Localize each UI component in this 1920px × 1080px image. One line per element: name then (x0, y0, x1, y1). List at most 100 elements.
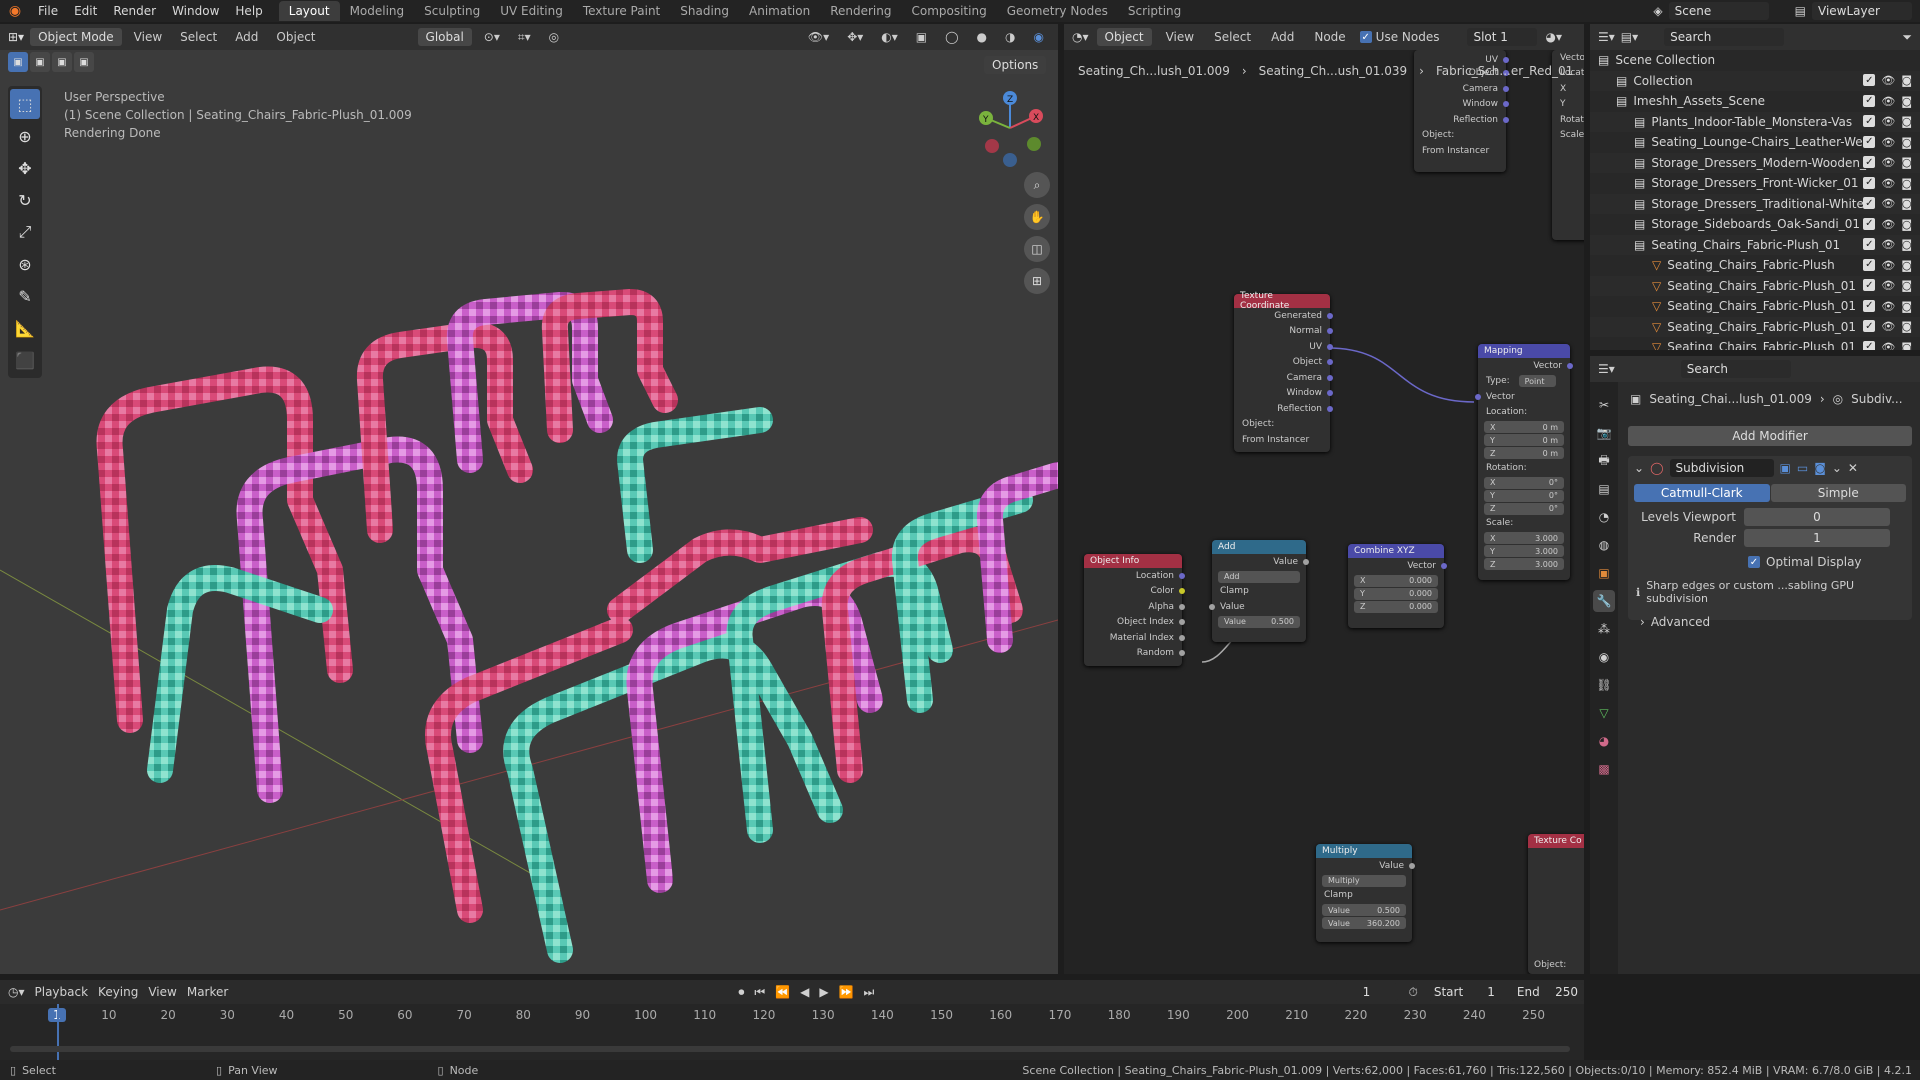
include-checkbox[interactable]: ✓ (1863, 74, 1876, 87)
object-mode-dropdown[interactable]: Object Mode (30, 28, 122, 46)
xray-icon[interactable]: ▣ (910, 30, 933, 44)
advanced-section[interactable]: › Advanced (1628, 615, 1912, 629)
outliner-row[interactable]: ▤ Imeshh_Assets_Scene ✓ 👁 ◙ (1590, 91, 1920, 112)
texture-coordinate-node-2[interactable]: Texture Co Object: (1528, 834, 1584, 974)
mapping-node[interactable]: Mapping Vector Type: Point Vector Locati… (1475, 344, 1573, 580)
view-layer-field[interactable]: ViewLayer (1812, 2, 1912, 20)
object-tab-icon[interactable]: ▣ (1593, 562, 1615, 584)
measure-icon[interactable]: 📐 (10, 313, 40, 343)
properties-type-icon[interactable]: ☰▾ (1598, 362, 1615, 376)
scale-icon[interactable]: ⤢ (10, 217, 40, 247)
eye-icon[interactable]: 👁 (1881, 238, 1895, 251)
eye-icon[interactable]: 👁 (1881, 279, 1895, 292)
combine-xyz-title[interactable]: Combine XYZ (1348, 544, 1444, 558)
select-subtract-icon[interactable]: ▣ (52, 52, 72, 72)
viewport-menu-object[interactable]: Object (270, 30, 321, 44)
eye-icon[interactable]: 👁 (1881, 95, 1895, 108)
camera-render-icon[interactable]: ◙ (1901, 320, 1912, 333)
filter-icon[interactable]: ⏷ (1902, 30, 1920, 45)
include-checkbox[interactable]: ✓ (1863, 258, 1876, 271)
node-editor[interactable]: UV Object Camera Window Reflection Objec… (1064, 50, 1584, 974)
node-menu-select[interactable]: Select (1208, 30, 1257, 44)
camera-icon[interactable]: ◫ (1024, 236, 1050, 262)
camera-render-icon[interactable]: ◙ (1901, 177, 1912, 190)
timeline-view-menu[interactable]: View (148, 985, 176, 999)
menu-window[interactable]: Window (164, 4, 227, 18)
outliner-row[interactable]: ▽ Seating_Chairs_Fabric-Plush_01 ✓ 👁 ◙ (1590, 337, 1920, 350)
multiply-value2-field[interactable]: Value 360.200 (1322, 917, 1406, 929)
camera-render-icon[interactable]: ◙ (1901, 136, 1912, 149)
combine-x-field[interactable]: X 0.000 (1354, 574, 1438, 587)
shading-solid-icon[interactable]: ● (971, 30, 993, 44)
gizmo-icon[interactable]: ✥▾ (841, 30, 869, 44)
render-levels-field[interactable]: 1 (1744, 529, 1890, 547)
material-crumb[interactable]: Fabric_Sch...er_Red_01 (1436, 64, 1573, 78)
outliner-row[interactable]: ▤ Collection ✓ 👁 ◙ (1590, 70, 1920, 91)
texture-coordinate-node[interactable]: Texture Coordinate Generated Normal UV O… (1234, 291, 1333, 452)
tool-tab-icon[interactable]: ✂ (1593, 394, 1615, 416)
jump-start-icon[interactable]: ⏮ (754, 985, 765, 1000)
start-frame-field[interactable]: Start 1 (1427, 983, 1501, 1001)
pan-hand-icon[interactable]: ✋ (1024, 204, 1050, 230)
tab-uv-editing[interactable]: UV Editing (490, 1, 573, 21)
loc-x-field[interactable]: X0 m (1484, 421, 1564, 433)
loc-z-field[interactable]: Z0 m (1484, 447, 1564, 459)
eye-icon[interactable]: 👁 (1881, 197, 1895, 210)
navigation-gizmo[interactable]: Z X Y (970, 88, 1050, 168)
camera-render-icon[interactable]: ◙ (1901, 156, 1912, 169)
outliner-row[interactable]: ▽ Seating_Chairs_Fabric-Plush_01 ✓ 👁 ◙ (1590, 316, 1920, 337)
select-extend-icon[interactable]: ▣ (30, 52, 50, 72)
node-menu-add[interactable]: Add (1265, 30, 1300, 44)
outliner-row[interactable]: ▤ Scene Collection (1590, 50, 1920, 71)
add-title[interactable]: Add (1212, 540, 1306, 554)
eye-icon[interactable]: 👁 (1881, 259, 1895, 272)
include-checkbox[interactable]: ✓ (1863, 279, 1876, 292)
simple-button[interactable]: Simple (1770, 484, 1906, 502)
output-tab-icon[interactable]: 🖶 (1593, 450, 1615, 472)
combine-z-field[interactable]: Z 0.000 (1354, 600, 1438, 613)
menu-edit[interactable]: Edit (66, 4, 105, 18)
render-toggle-icon[interactable]: ◙ (1814, 461, 1826, 475)
node-menu-node[interactable]: Node (1308, 30, 1351, 44)
properties-search[interactable]: Search (1680, 360, 1791, 378)
use-nodes-checkbox[interactable]: ✓ Use Nodes (1359, 30, 1439, 44)
tab-geometry-nodes[interactable]: Geometry Nodes (997, 1, 1118, 21)
record-icon[interactable]: ⏺ (738, 985, 744, 1000)
prev-key-icon[interactable]: ⏪ (775, 985, 790, 999)
scene-field[interactable]: Scene (1668, 2, 1769, 20)
optimal-display-checkbox[interactable]: ✓ Optimal Display (1628, 555, 1912, 569)
node-editor-type-icon[interactable]: ◔▾ (1072, 30, 1089, 44)
eye-icon[interactable]: 👁 (1881, 74, 1895, 87)
operation-dropdown[interactable]: Add (1218, 570, 1300, 583)
include-checkbox[interactable]: ✓ (1863, 197, 1876, 210)
outliner-row[interactable]: ▤ Plants_Indoor-Table_Monstera-Vas ✓ 👁 ◙ (1590, 111, 1920, 132)
tab-modeling[interactable]: Modeling (340, 1, 415, 21)
render-tab-icon[interactable]: 📷 (1593, 422, 1615, 444)
add-cube-icon[interactable]: ⬛ (10, 345, 40, 375)
options-dropdown[interactable]: Options (984, 56, 1047, 74)
include-checkbox[interactable]: ✓ (1863, 299, 1876, 312)
ortho-grid-icon[interactable]: ⊞ (1024, 268, 1050, 294)
outliner-type-icon[interactable]: ☰▾ (1598, 30, 1615, 44)
multiply-value1-field[interactable]: Value 0.500 (1322, 904, 1406, 916)
outliner-row[interactable]: ▽ Seating_Chairs_Fabric-Plush_01 ✓ 👁 ◙ (1590, 275, 1920, 296)
shader-type-dropdown[interactable]: Object (1096, 28, 1152, 46)
overlay-icon[interactable]: ◐▾ (875, 30, 904, 44)
proportional-edit-icon[interactable]: ◎ (543, 30, 565, 44)
timeline-scrollbar[interactable] (10, 1046, 1570, 1052)
include-checkbox[interactable]: ✓ (1863, 115, 1876, 128)
camera-render-icon[interactable]: ◙ (1901, 259, 1912, 272)
outliner-row[interactable]: ▤ Storage_Sideboards_Oak-Sandi_01 ✓ 👁 ◙ (1590, 214, 1920, 235)
outliner-search[interactable]: Search (1664, 28, 1785, 46)
shading-rendered-icon[interactable]: ◉ (1028, 30, 1050, 44)
multiply-title[interactable]: Multiply (1316, 844, 1412, 858)
object-info-title[interactable]: Object Info (1084, 554, 1182, 568)
mapping-title[interactable]: Mapping (1478, 344, 1570, 358)
object-crumb[interactable]: Seating_Ch...lush_01.009 (1078, 64, 1230, 78)
camera-render-icon[interactable]: ◙ (1901, 197, 1912, 210)
current-frame-field[interactable]: 1 (1334, 983, 1399, 1001)
annotate-icon[interactable]: ✎ (10, 281, 40, 311)
scale-x-field[interactable]: X 3.000 (1484, 532, 1564, 544)
tab-compositing[interactable]: Compositing (901, 1, 996, 21)
shading-wireframe-icon[interactable]: ◯ (939, 30, 964, 44)
